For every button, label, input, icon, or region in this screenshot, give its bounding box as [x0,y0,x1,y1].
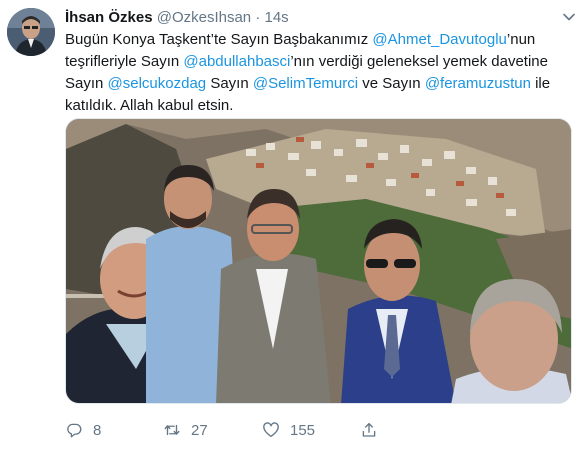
share-icon [362,422,376,437]
text-segment: ve Sayın [358,75,425,92]
photo-image [66,119,571,403]
heart-icon [263,422,279,438]
reply-count: 8 [93,421,102,439]
user-handle[interactable]: @OzkesIhsan [157,9,251,26]
mention-link[interactable]: @feramuzustun [425,75,531,92]
mention-link[interactable]: @selcukozdag [108,75,207,92]
retweet-button[interactable]: 27 [163,418,208,442]
share-button[interactable] [360,418,378,442]
tweet-photo[interactable] [65,118,572,404]
chevron-down-icon[interactable] [562,10,576,24]
tweet-card[interactable]: İhsan Özkes @OzkesIhsan · 14s Bugün Kony… [0,0,588,454]
tweet-time[interactable]: 14s [265,9,289,26]
tweet-actions: 8 27 155 [65,418,535,442]
avatar[interactable] [7,8,55,56]
reply-icon [67,423,82,438]
reply-button[interactable]: 8 [65,418,101,442]
text-segment: Bugün Konya Taşkent’te Sayın Başbakanımı… [65,31,373,48]
mention-link[interactable]: @abdullahbasci [183,53,290,70]
tweet-text: Bugün Konya Taşkent’te Sayın Başbakanımı… [65,29,570,117]
retweet-count: 27 [191,421,208,439]
like-count: 155 [290,421,316,439]
avatar-image [7,8,55,56]
separator-dot: · [255,9,261,26]
tweet-header: İhsan Özkes @OzkesIhsan · 14s [65,9,289,27]
like-button[interactable]: 155 [262,418,315,442]
retweet-icon [164,424,180,436]
mention-link[interactable]: @Ahmet_Davutoglu [372,31,506,48]
text-segment: Sayın [206,75,253,92]
display-name[interactable]: İhsan Özkes [65,9,153,26]
mention-link[interactable]: @SelimTemurci [253,75,358,92]
